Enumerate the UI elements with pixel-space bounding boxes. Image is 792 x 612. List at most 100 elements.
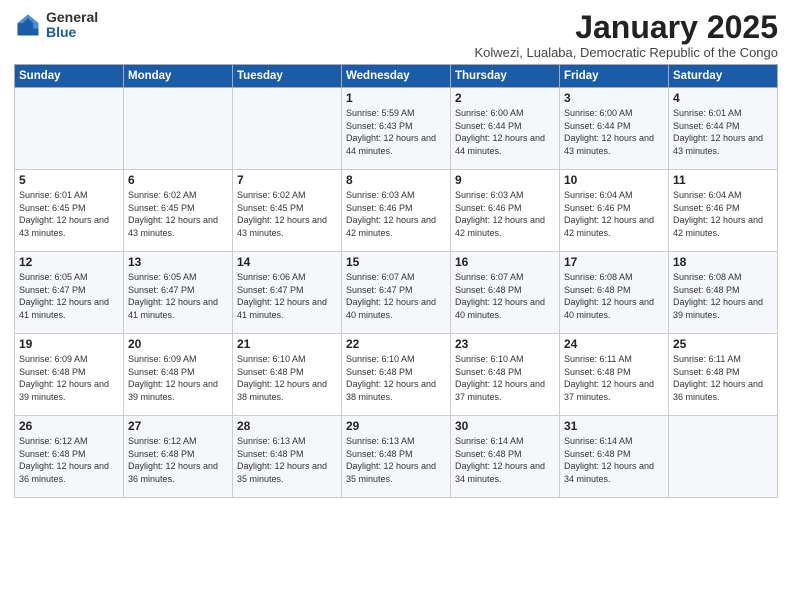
- day-details: Sunrise: 6:11 AMSunset: 6:48 PMDaylight:…: [673, 353, 773, 403]
- calendar-header: SundayMondayTuesdayWednesdayThursdayFrid…: [15, 65, 778, 88]
- day-details: Sunrise: 6:07 AMSunset: 6:47 PMDaylight:…: [346, 271, 446, 321]
- day-cell: 16 Sunrise: 6:07 AMSunset: 6:48 PMDayligh…: [451, 252, 560, 334]
- day-number: 9: [455, 173, 555, 187]
- day-details: Sunrise: 6:04 AMSunset: 6:46 PMDaylight:…: [673, 189, 773, 239]
- header-row: SundayMondayTuesdayWednesdayThursdayFrid…: [15, 65, 778, 88]
- day-number: 5: [19, 173, 119, 187]
- day-details: Sunrise: 6:10 AMSunset: 6:48 PMDaylight:…: [346, 353, 446, 403]
- day-number: 11: [673, 173, 773, 187]
- day-number: 22: [346, 337, 446, 351]
- day-cell: 7 Sunrise: 6:02 AMSunset: 6:45 PMDaylight…: [233, 170, 342, 252]
- day-number: 27: [128, 419, 228, 433]
- subtitle: Kolwezi, Lualaba, Democratic Republic of…: [474, 45, 778, 60]
- day-number: 4: [673, 91, 773, 105]
- day-details: Sunrise: 6:11 AMSunset: 6:48 PMDaylight:…: [564, 353, 664, 403]
- day-number: 28: [237, 419, 337, 433]
- day-cell: 11 Sunrise: 6:04 AMSunset: 6:46 PMDayligh…: [669, 170, 778, 252]
- day-details: Sunrise: 5:59 AMSunset: 6:43 PMDaylight:…: [346, 107, 446, 157]
- day-number: 23: [455, 337, 555, 351]
- day-number: 31: [564, 419, 664, 433]
- day-details: Sunrise: 6:13 AMSunset: 6:48 PMDaylight:…: [346, 435, 446, 485]
- day-cell: 17Sunrise: 6:08 AMSunset: 6:48 PMDayligh…: [560, 252, 669, 334]
- title-block: January 2025 Kolwezi, Lualaba, Democrati…: [474, 10, 778, 60]
- day-cell: 5 Sunrise: 6:01 AMSunset: 6:45 PMDaylight…: [15, 170, 124, 252]
- day-cell: 20Sunrise: 6:09 AMSunset: 6:48 PMDayligh…: [124, 334, 233, 416]
- day-number: 7: [237, 173, 337, 187]
- calendar-body: 1 Sunrise: 5:59 AMSunset: 6:43 PMDaylight…: [15, 88, 778, 498]
- day-cell: 12Sunrise: 6:05 AMSunset: 6:47 PMDayligh…: [15, 252, 124, 334]
- day-details: Sunrise: 6:00 AMSunset: 6:44 PMDaylight:…: [455, 107, 555, 157]
- day-number: 25: [673, 337, 773, 351]
- day-cell: 29 Sunrise: 6:13 AMSunset: 6:48 PMDayligh…: [342, 416, 451, 498]
- day-cell: 1 Sunrise: 5:59 AMSunset: 6:43 PMDaylight…: [342, 88, 451, 170]
- day-details: Sunrise: 6:10 AMSunset: 6:48 PMDaylight:…: [455, 353, 555, 403]
- logo-text: General Blue: [46, 10, 98, 41]
- logo: General Blue: [14, 10, 98, 41]
- day-details: Sunrise: 6:12 AMSunset: 6:48 PMDaylight:…: [19, 435, 119, 485]
- day-details: Sunrise: 6:02 AMSunset: 6:45 PMDaylight:…: [237, 189, 337, 239]
- day-details: Sunrise: 6:06 AMSunset: 6:47 PMDaylight:…: [237, 271, 337, 321]
- day-number: 30: [455, 419, 555, 433]
- day-number: 16: [455, 255, 555, 269]
- day-details: Sunrise: 6:09 AMSunset: 6:48 PMDaylight:…: [19, 353, 119, 403]
- day-number: 12: [19, 255, 119, 269]
- day-details: Sunrise: 6:13 AMSunset: 6:48 PMDaylight:…: [237, 435, 337, 485]
- day-details: Sunrise: 6:10 AMSunset: 6:48 PMDaylight:…: [237, 353, 337, 403]
- header-cell-friday: Friday: [560, 65, 669, 88]
- day-cell: 26 Sunrise: 6:12 AMSunset: 6:48 PMDayligh…: [15, 416, 124, 498]
- page: General Blue January 2025 Kolwezi, Luala…: [0, 0, 792, 612]
- day-cell: 15Sunrise: 6:07 AMSunset: 6:47 PMDayligh…: [342, 252, 451, 334]
- day-cell: 9 Sunrise: 6:03 AMSunset: 6:46 PMDaylight…: [451, 170, 560, 252]
- day-number: 29: [346, 419, 446, 433]
- week-row-4: 19Sunrise: 6:09 AMSunset: 6:48 PMDayligh…: [15, 334, 778, 416]
- day-details: Sunrise: 6:14 AMSunset: 6:48 PMDaylight:…: [455, 435, 555, 485]
- day-details: Sunrise: 6:12 AMSunset: 6:48 PMDaylight:…: [128, 435, 228, 485]
- day-cell: 21Sunrise: 6:10 AMSunset: 6:48 PMDayligh…: [233, 334, 342, 416]
- day-details: Sunrise: 6:14 AMSunset: 6:48 PMDaylight:…: [564, 435, 664, 485]
- day-cell: 10 Sunrise: 6:04 AMSunset: 6:46 PMDayligh…: [560, 170, 669, 252]
- day-cell: [15, 88, 124, 170]
- day-number: 1: [346, 91, 446, 105]
- day-details: Sunrise: 6:01 AMSunset: 6:44 PMDaylight:…: [673, 107, 773, 157]
- calendar: SundayMondayTuesdayWednesdayThursdayFrid…: [14, 64, 778, 498]
- logo-blue: Blue: [46, 25, 98, 40]
- day-cell: 4 Sunrise: 6:01 AMSunset: 6:44 PMDaylight…: [669, 88, 778, 170]
- day-number: 10: [564, 173, 664, 187]
- day-cell: 19Sunrise: 6:09 AMSunset: 6:48 PMDayligh…: [15, 334, 124, 416]
- day-cell: 18Sunrise: 6:08 AMSunset: 6:48 PMDayligh…: [669, 252, 778, 334]
- day-details: Sunrise: 6:07 AMSunset: 6:48 PMDaylight:…: [455, 271, 555, 321]
- day-cell: 2 Sunrise: 6:00 AMSunset: 6:44 PMDaylight…: [451, 88, 560, 170]
- header: General Blue January 2025 Kolwezi, Luala…: [14, 10, 778, 60]
- day-number: 3: [564, 91, 664, 105]
- day-number: 6: [128, 173, 228, 187]
- day-details: Sunrise: 6:03 AMSunset: 6:46 PMDaylight:…: [455, 189, 555, 239]
- day-cell: [124, 88, 233, 170]
- day-number: 20: [128, 337, 228, 351]
- day-number: 8: [346, 173, 446, 187]
- day-number: 2: [455, 91, 555, 105]
- day-number: 24: [564, 337, 664, 351]
- day-number: 18: [673, 255, 773, 269]
- day-number: 26: [19, 419, 119, 433]
- day-details: Sunrise: 6:08 AMSunset: 6:48 PMDaylight:…: [564, 271, 664, 321]
- header-cell-sunday: Sunday: [15, 65, 124, 88]
- day-cell: 22 Sunrise: 6:10 AMSunset: 6:48 PMDayligh…: [342, 334, 451, 416]
- week-row-1: 1 Sunrise: 5:59 AMSunset: 6:43 PMDaylight…: [15, 88, 778, 170]
- day-details: Sunrise: 6:04 AMSunset: 6:46 PMDaylight:…: [564, 189, 664, 239]
- day-cell: [233, 88, 342, 170]
- day-cell: 27 Sunrise: 6:12 AMSunset: 6:48 PMDayligh…: [124, 416, 233, 498]
- day-cell: 3Sunrise: 6:00 AMSunset: 6:44 PMDaylight…: [560, 88, 669, 170]
- day-cell: 28 Sunrise: 6:13 AMSunset: 6:48 PMDayligh…: [233, 416, 342, 498]
- day-cell: 6Sunrise: 6:02 AMSunset: 6:45 PMDaylight…: [124, 170, 233, 252]
- day-details: Sunrise: 6:01 AMSunset: 6:45 PMDaylight:…: [19, 189, 119, 239]
- day-cell: 23 Sunrise: 6:10 AMSunset: 6:48 PMDayligh…: [451, 334, 560, 416]
- day-number: 13: [128, 255, 228, 269]
- header-cell-thursday: Thursday: [451, 65, 560, 88]
- logo-icon: [14, 11, 42, 39]
- day-cell: [669, 416, 778, 498]
- week-row-3: 12Sunrise: 6:05 AMSunset: 6:47 PMDayligh…: [15, 252, 778, 334]
- week-row-5: 26 Sunrise: 6:12 AMSunset: 6:48 PMDayligh…: [15, 416, 778, 498]
- day-cell: 13Sunrise: 6:05 AMSunset: 6:47 PMDayligh…: [124, 252, 233, 334]
- day-cell: 25 Sunrise: 6:11 AMSunset: 6:48 PMDayligh…: [669, 334, 778, 416]
- header-cell-wednesday: Wednesday: [342, 65, 451, 88]
